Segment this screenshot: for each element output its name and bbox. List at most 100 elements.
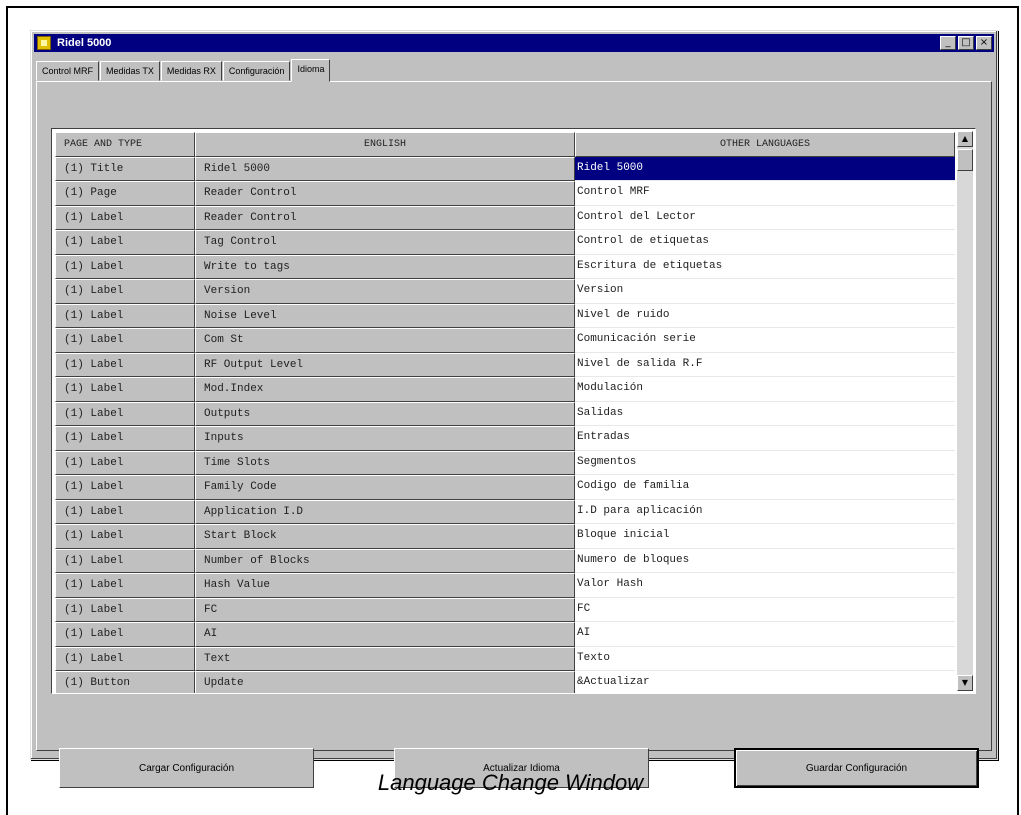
cell-english: Ridel 5000 [195, 156, 575, 181]
table-row[interactable]: (1) Label Noise Level Nivel de ruido [55, 303, 955, 328]
cell-other-language[interactable]: Nivel de salida R.F [575, 352, 955, 377]
minimize-button[interactable]: _ [940, 36, 956, 50]
cell-english: Tag Control [195, 230, 575, 255]
window-title: Ridel 5000 [57, 37, 112, 49]
cell-other-language[interactable]: Nivel de ruido [575, 303, 955, 328]
table-row[interactable]: (1) Label Application I.D I.D para aplica… [55, 499, 955, 524]
table-row[interactable]: (1) Label Family Code Codigo de familia [55, 475, 955, 500]
cell-english: Write to tags [195, 254, 575, 279]
table-row[interactable]: (1) Label Version Version [55, 279, 955, 304]
cell-english: Mod.Index [195, 377, 575, 402]
grid-header-row: PAGE AND TYPE ENGLISH OTHER LANGUAGES [55, 132, 955, 157]
cell-other-language[interactable]: Ridel 5000 [575, 156, 955, 181]
cell-other-language[interactable]: Comunicación serie [575, 328, 955, 353]
cell-english: Version [195, 279, 575, 304]
cell-page-type: (1) Label [55, 352, 195, 377]
cell-english: Reader Control [195, 205, 575, 230]
table-row[interactable]: (1) Label Inputs Entradas [55, 426, 955, 451]
tab-medidas-tx[interactable]: Medidas TX [100, 61, 160, 81]
table-row[interactable]: (1) Label AI AI [55, 622, 955, 647]
title-bar[interactable]: Ridel 5000 _ □ × [34, 34, 994, 52]
cell-other-language[interactable]: Version [575, 279, 955, 304]
scroll-thumb[interactable] [957, 149, 973, 171]
table-row[interactable]: (1) Button Update &Actualizar [55, 671, 955, 693]
cell-other-language[interactable]: Control MRF [575, 181, 955, 206]
table-row[interactable]: (1) Label Com St Comunicación serie [55, 328, 955, 353]
table-row[interactable]: (1) Label Write to tags Escritura de etiqu… [55, 254, 955, 279]
tab-configuracion[interactable]: Configuración [222, 61, 291, 81]
table-row[interactable]: (1) Label Hash Value Valor Hash [55, 573, 955, 598]
cell-english: Outputs [195, 401, 575, 426]
cell-page-type: (1) Label [55, 254, 195, 279]
column-header-english[interactable]: ENGLISH [195, 132, 575, 157]
cell-other-language[interactable]: Texto [575, 646, 955, 671]
table-row[interactable]: (1) Page Reader Control Control MRF [55, 181, 955, 206]
grid-body: (1) Title Ridel 5000 Ridel 5000 (1) Page Rea… [55, 156, 955, 693]
tab-panel-idioma: PAGE AND TYPE ENGLISH OTHER LANGUAGES (1… [36, 81, 992, 788]
maximize-button[interactable]: □ [958, 36, 974, 50]
cell-other-language[interactable]: Salidas [575, 401, 955, 426]
cell-page-type: (1) Label [55, 230, 195, 255]
tab-idioma[interactable]: Idioma [291, 59, 331, 82]
cell-other-language[interactable]: Codigo de familia [575, 475, 955, 500]
cell-page-type: (1) Button [55, 671, 195, 693]
cell-other-language[interactable]: AI [575, 622, 955, 647]
cell-other-language[interactable]: Modulación [575, 377, 955, 402]
cell-other-language[interactable]: &Actualizar [575, 671, 955, 693]
cell-english: Hash Value [195, 573, 575, 598]
table-row[interactable]: (1) Label FC FC [55, 597, 955, 622]
cell-other-language[interactable]: FC [575, 597, 955, 622]
cell-english: Update [195, 671, 575, 693]
cell-english: Family Code [195, 475, 575, 500]
cell-page-type: (1) Label [55, 401, 195, 426]
close-button[interactable]: × [976, 36, 992, 50]
cell-page-type: (1) Label [55, 499, 195, 524]
cell-english: Com St [195, 328, 575, 353]
cell-other-language[interactable]: Valor Hash [575, 573, 955, 598]
column-header-page-type[interactable]: PAGE AND TYPE [55, 132, 195, 157]
cell-other-language[interactable]: Bloque inicial [575, 524, 955, 549]
cell-english: Reader Control [195, 181, 575, 206]
cell-page-type: (1) Label [55, 303, 195, 328]
vertical-scrollbar[interactable]: ▲ ▼ [957, 131, 973, 691]
cell-page-type: (1) Label [55, 573, 195, 598]
cell-page-type: (1) Label [55, 622, 195, 647]
cell-english: AI [195, 622, 575, 647]
table-row[interactable]: (1) Label Tag Control Control de etiquetas [55, 230, 955, 255]
cell-english: Noise Level [195, 303, 575, 328]
cell-english: FC [195, 597, 575, 622]
cell-other-language[interactable]: Control del Lector [575, 205, 955, 230]
tab-medidas-rx[interactable]: Medidas RX [160, 61, 222, 81]
cell-page-type: (1) Label [55, 646, 195, 671]
scroll-down-arrow-icon[interactable]: ▼ [957, 675, 973, 691]
cell-page-type: (1) Label [55, 426, 195, 451]
cell-english: Time Slots [195, 450, 575, 475]
table-row[interactable]: (1) Label Mod.Index Modulación [55, 377, 955, 402]
cell-other-language[interactable]: Escritura de etiquetas [575, 254, 955, 279]
cell-other-language[interactable]: Control de etiquetas [575, 230, 955, 255]
table-row[interactable]: (1) Label Number of Blocks Numero de bloq… [55, 548, 955, 573]
app-window: Ridel 5000 _ □ × Control MRF Medidas TX … [30, 30, 998, 788]
window-controls: _ □ × [940, 36, 992, 50]
cell-page-type: (1) Label [55, 279, 195, 304]
table-row[interactable]: (1) Label Time Slots Segmentos [55, 450, 955, 475]
cell-page-type: (1) Title [55, 156, 195, 181]
cell-other-language[interactable]: Segmentos [575, 450, 955, 475]
cell-other-language[interactable]: Entradas [575, 426, 955, 451]
column-header-other-languages[interactable]: OTHER LANGUAGES [575, 132, 955, 157]
cell-english: Start Block [195, 524, 575, 549]
table-row[interactable]: (1) Label Start Block Bloque inicial [55, 524, 955, 549]
table-row[interactable]: (1) Label RF Output Level Nivel de salida… [55, 352, 955, 377]
cell-page-type: (1) Label [55, 524, 195, 549]
cell-other-language[interactable]: I.D para aplicación [575, 499, 955, 524]
cell-page-type: (1) Label [55, 548, 195, 573]
cell-page-type: (1) Label [55, 597, 195, 622]
cell-english: Text [195, 646, 575, 671]
table-row[interactable]: (1) Title Ridel 5000 Ridel 5000 [55, 156, 955, 181]
table-row[interactable]: (1) Label Outputs Salidas [55, 401, 955, 426]
cell-other-language[interactable]: Numero de bloques [575, 548, 955, 573]
tab-control-mrf[interactable]: Control MRF [36, 61, 100, 81]
table-row[interactable]: (1) Label Text Texto [55, 646, 955, 671]
scroll-up-arrow-icon[interactable]: ▲ [957, 131, 973, 147]
table-row[interactable]: (1) Label Reader Control Control del Lecto… [55, 205, 955, 230]
